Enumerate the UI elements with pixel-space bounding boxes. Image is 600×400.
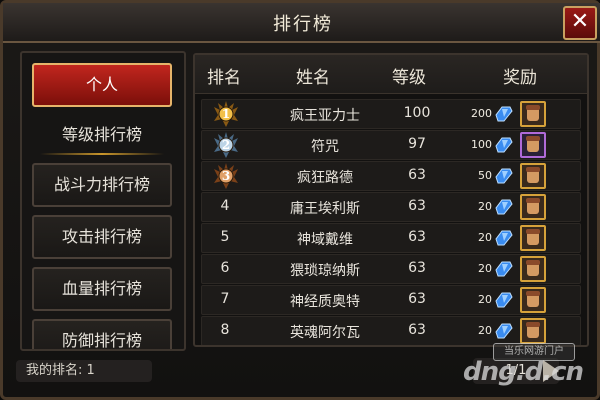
rank-medal-icon: 3	[212, 163, 240, 189]
gem-icon	[494, 260, 514, 278]
category-list: 个人 等级排行榜 战斗力排行榜 攻击排行榜 血量排行榜 防御排行榜	[20, 51, 186, 351]
player-level: 63	[408, 229, 426, 245]
gem-icon	[494, 198, 514, 216]
tab-level-ranking[interactable]: 等级排行榜	[32, 113, 172, 157]
gem-icon	[494, 322, 514, 340]
gem-icon	[494, 167, 514, 185]
player-name: 英魂阿尔瓦	[290, 325, 360, 341]
reward-item-icon[interactable]	[520, 287, 546, 313]
table-row[interactable]: 1 疯王亚力士 100 200	[201, 99, 581, 129]
reward-item-icon[interactable]	[520, 101, 546, 127]
reward-amount: 50	[478, 169, 492, 182]
player-name: 符咒	[311, 139, 339, 155]
reward-amount: 20	[478, 231, 492, 244]
header-reward: 奖励	[503, 68, 537, 88]
reward-item-icon[interactable]	[520, 194, 546, 220]
tab-label: 等级排行榜	[61, 125, 142, 144]
ranking-window: 排行榜 ✕ 个人 等级排行榜 战斗力排行榜 攻击排行榜 血量排行榜 防御排行榜 …	[0, 0, 600, 400]
rank-number: 2	[221, 138, 231, 152]
player-level: 63	[408, 291, 426, 307]
player-name: 神域戴维	[297, 232, 353, 248]
title-bar: 排行榜 ✕	[3, 3, 600, 43]
reward-item-icon[interactable]	[520, 225, 546, 251]
table-header: 排名 姓名 等级 奖励	[195, 55, 587, 94]
player-level: 63	[408, 260, 426, 276]
header-level: 等级	[392, 68, 426, 88]
my-rank: 我的排名: 1	[16, 360, 152, 382]
tab-label: 个人	[85, 75, 118, 94]
watermark: 当乐网游门户 dng.d.cn	[463, 339, 584, 399]
window-title: 排行榜	[273, 14, 333, 35]
my-rank-value: 1	[86, 363, 95, 378]
gem-icon	[494, 136, 514, 154]
reward-amount: 20	[478, 262, 492, 275]
rank-number: 1	[221, 107, 231, 121]
my-rank-label: 我的排名:	[26, 363, 83, 378]
player-level: 100	[403, 105, 431, 121]
gem-icon	[494, 105, 514, 123]
tab-label: 防御排行榜	[61, 331, 142, 350]
rank-number: 7	[220, 291, 230, 307]
tab-label: 攻击排行榜	[61, 227, 142, 246]
player-name: 疯王亚力士	[290, 108, 360, 124]
tab-hp-ranking[interactable]: 血量排行榜	[32, 267, 172, 311]
player-level: 63	[408, 198, 426, 214]
rank-number: 5	[220, 229, 230, 245]
header-name: 姓名	[296, 68, 330, 88]
player-level: 63	[408, 167, 426, 183]
tab-defense-ranking[interactable]: 防御排行榜	[32, 319, 172, 350]
gem-icon	[494, 229, 514, 247]
rank-number: 6	[220, 260, 230, 276]
rank-medal-icon: 2	[212, 132, 240, 158]
reward-amount: 20	[478, 293, 492, 306]
gem-icon	[494, 291, 514, 309]
table-row[interactable]: 3 疯狂路德 63 50	[201, 161, 581, 191]
rank-number: 4	[220, 198, 230, 214]
rank-medal-icon: 1	[212, 101, 240, 127]
watermark-logo: dng.d.cn	[463, 357, 584, 387]
player-level: 63	[408, 322, 426, 338]
reward-amount: 20	[478, 324, 492, 337]
table-row[interactable]: 6 猥琐琼纳斯 63 20	[201, 254, 581, 284]
tab-attack-ranking[interactable]: 攻击排行榜	[32, 215, 172, 259]
player-level: 97	[408, 136, 426, 152]
tab-divider	[40, 153, 164, 155]
player-name: 神经质奥特	[290, 294, 360, 310]
tab-label: 血量排行榜	[61, 279, 142, 298]
rank-number: 3	[221, 169, 231, 183]
reward-amount: 200	[471, 107, 492, 120]
table-row[interactable]: 4 庸王埃利斯 63 20	[201, 192, 581, 222]
close-icon: ✕	[570, 9, 590, 34]
header-rank: 排名	[207, 68, 241, 88]
tab-label: 战斗力排行榜	[53, 175, 150, 194]
reward-item-icon[interactable]	[520, 163, 546, 189]
ranking-table: 排名 姓名 等级 奖励 1 疯王亚力士 100 200 2 符咒 97 100 3 疯狂路德 63 5…	[193, 53, 589, 347]
tab-personal[interactable]: 个人	[32, 63, 172, 107]
reward-amount: 100	[471, 138, 492, 151]
table-row[interactable]: 2 符咒 97 100	[201, 130, 581, 160]
reward-amount: 20	[478, 200, 492, 213]
reward-item-icon[interactable]	[520, 132, 546, 158]
tab-power-ranking[interactable]: 战斗力排行榜	[32, 163, 172, 207]
player-name: 庸王埃利斯	[290, 201, 360, 217]
close-button[interactable]: ✕	[563, 6, 597, 40]
table-row[interactable]: 5 神域戴维 63 20	[201, 223, 581, 253]
player-name: 猥琐琼纳斯	[290, 263, 360, 279]
rank-number: 8	[220, 322, 230, 338]
player-name: 疯狂路德	[297, 170, 353, 186]
table-row[interactable]: 7 神经质奥特 63 20	[201, 285, 581, 315]
reward-item-icon[interactable]	[520, 256, 546, 282]
